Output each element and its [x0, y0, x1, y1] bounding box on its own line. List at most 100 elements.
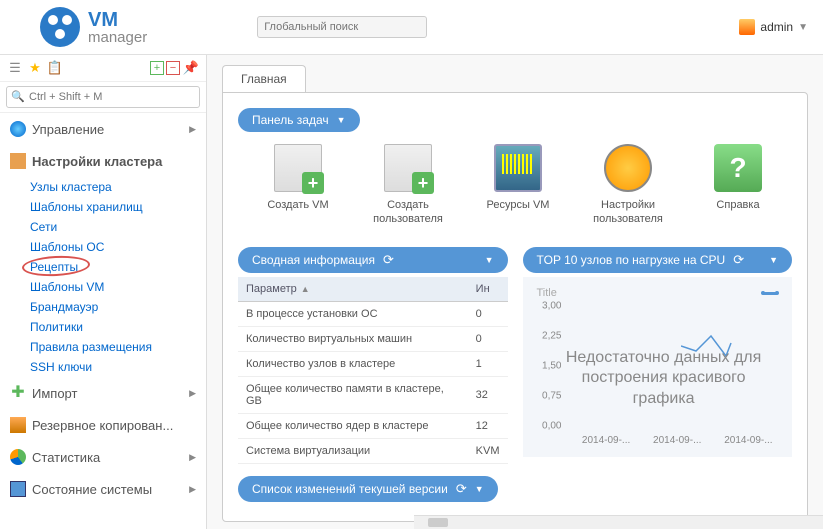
chevron-down-icon: ▼: [798, 22, 808, 33]
cell-value: 1: [468, 351, 508, 376]
task-panel-header[interactable]: Панель задач ▼: [238, 108, 360, 132]
chevron-down-icon: ▼: [769, 255, 778, 265]
app-logo: VM manager: [40, 7, 147, 47]
sidebar-toolbar: ☰ ★ 📋 + − 📌: [0, 55, 206, 82]
remove-icon[interactable]: −: [166, 61, 180, 75]
global-search[interactable]: [257, 16, 427, 38]
nav-sub-policies[interactable]: Политики: [0, 317, 206, 337]
table-row: Система виртуализацииKVM: [238, 438, 508, 463]
cell-value: 32: [468, 376, 508, 413]
create-user-icon: [384, 144, 432, 192]
cpu-chart: Title 3,002,251,500,750,00 Недостаточно …: [523, 277, 793, 457]
sort-asc-icon: ▲: [301, 284, 310, 294]
table-row: В процессе установки ОС0: [238, 301, 508, 326]
nav-sub-networks[interactable]: Сети: [0, 217, 206, 237]
help-icon: [714, 144, 762, 192]
scrollbar-thumb[interactable]: [428, 518, 448, 527]
logo-icon: [40, 7, 80, 47]
stack-icon: [10, 417, 26, 433]
cell-param: Общее количество памяти в кластере, GB: [238, 376, 468, 413]
cell-value: 0: [468, 301, 508, 326]
pin-icon[interactable]: 📌: [182, 59, 200, 77]
col-parameter[interactable]: Параметр▲: [238, 277, 468, 302]
star-icon[interactable]: ★: [26, 59, 44, 77]
list-icon[interactable]: ☰: [6, 59, 24, 77]
y-tick: 2,25: [542, 330, 561, 341]
col-info[interactable]: Ин: [468, 277, 508, 302]
sidebar: ☰ ★ 📋 + − 📌 Управление ▶ Настройки класт…: [0, 55, 207, 529]
chevron-down-icon: ▼: [337, 115, 346, 125]
nav-sub-cluster-nodes[interactable]: Узлы кластера: [0, 177, 206, 197]
nav-import[interactable]: ✚ Импорт ▶: [0, 377, 206, 409]
top10-panel-header[interactable]: TOP 10 узлов по нагрузке на CPU ⟳ ▼: [523, 247, 793, 273]
create-vm-icon: [274, 144, 322, 192]
nav-sub-recipes[interactable]: Рецепты: [0, 257, 206, 277]
horizontal-scrollbar[interactable]: [414, 515, 823, 529]
summary-panel-header[interactable]: Сводная информация ⟳ ▼: [238, 247, 508, 273]
user-menu[interactable]: admin ▼: [739, 19, 808, 35]
cell-param: В процессе установки ОС: [238, 301, 468, 326]
user-name: admin: [760, 20, 793, 34]
resources-icon: [494, 144, 542, 192]
chevron-right-icon: ▶: [189, 452, 196, 463]
cell-value: 0: [468, 326, 508, 351]
cell-param: Система виртуализации: [238, 438, 468, 463]
clipboard-icon[interactable]: 📋: [46, 59, 64, 77]
action-create-user[interactable]: Создать пользователя: [368, 144, 448, 227]
y-tick: 3,00: [542, 300, 561, 311]
nav-backup[interactable]: Резервное копирован...: [0, 409, 206, 441]
summary-table: Параметр▲ Ин В процессе установки ОС0Кол…: [238, 277, 508, 464]
changelog-panel-header[interactable]: Список изменений текушей версии ⟳ ▼: [238, 476, 498, 502]
nav-sub-firewall[interactable]: Брандмауэр: [0, 297, 206, 317]
action-help[interactable]: Справка: [698, 144, 778, 227]
logo-subtitle: manager: [88, 30, 147, 45]
action-user-settings[interactable]: Настройки пользователя: [588, 144, 668, 227]
sidebar-search-input[interactable]: [6, 86, 200, 108]
x-tick: 2014-09-...: [582, 435, 630, 446]
cell-param: Количество узлов в кластере: [238, 351, 468, 376]
table-row: Количество виртуальных машин0: [238, 326, 508, 351]
nav-system-state[interactable]: Состояние системы ▶: [0, 473, 206, 505]
nav-cluster-settings[interactable]: Настройки кластера: [0, 145, 206, 177]
chart-legend-marker: [763, 292, 777, 295]
settings-icon: [604, 144, 652, 192]
nav-sub-storage-templates[interactable]: Шаблоны хранилищ: [0, 197, 206, 217]
cell-value: KVM: [468, 438, 508, 463]
cell-value: 12: [468, 413, 508, 438]
logo-title: VM: [88, 9, 118, 31]
table-row: Количество узлов в кластере1: [238, 351, 508, 376]
chevron-down-icon: ▼: [475, 484, 484, 494]
y-tick: 0,00: [542, 420, 561, 431]
chevron-down-icon: ▼: [485, 255, 494, 265]
action-create-vm[interactable]: Создать VM: [258, 144, 338, 227]
nav-statistics[interactable]: Статистика ▶: [0, 441, 206, 473]
add-icon[interactable]: +: [150, 61, 164, 75]
x-tick: 2014-09-...: [724, 435, 772, 446]
cell-param: Количество виртуальных машин: [238, 326, 468, 351]
monitor-icon: [10, 481, 26, 497]
tab-main[interactable]: Главная: [222, 65, 306, 92]
x-tick: 2014-09-...: [653, 435, 701, 446]
refresh-icon[interactable]: ⟳: [733, 252, 744, 268]
table-row: Общее количество ядер в кластере12: [238, 413, 508, 438]
action-resources-vm[interactable]: Ресурсы VM: [478, 144, 558, 227]
nav-sub-placement-rules[interactable]: Правила размещения: [0, 337, 206, 357]
nav-sub-ssh-keys[interactable]: SSH ключи: [0, 357, 206, 377]
table-row: Общее количество памяти в кластере, GB32: [238, 376, 508, 413]
refresh-icon[interactable]: ⟳: [383, 252, 394, 268]
globe-icon: [10, 121, 26, 137]
refresh-icon[interactable]: ⟳: [456, 481, 467, 497]
nav-sub-os-templates[interactable]: Шаблоны ОС: [0, 237, 206, 257]
chevron-right-icon: ▶: [189, 124, 196, 135]
chart-title: Title: [531, 285, 785, 301]
cell-param: Общее количество ядер в кластере: [238, 413, 468, 438]
chart-no-data-message: Недостаточно данных для построения краси…: [556, 348, 771, 410]
global-search-input[interactable]: [257, 16, 427, 38]
grid-icon: [10, 153, 26, 169]
nav-management[interactable]: Управление ▶: [0, 113, 206, 145]
pie-chart-icon: [10, 449, 26, 465]
user-icon: [739, 19, 755, 35]
plus-icon: ✚: [10, 385, 26, 401]
nav-sub-vm-templates[interactable]: Шаблоны VM: [0, 277, 206, 297]
chevron-right-icon: ▶: [189, 388, 196, 399]
